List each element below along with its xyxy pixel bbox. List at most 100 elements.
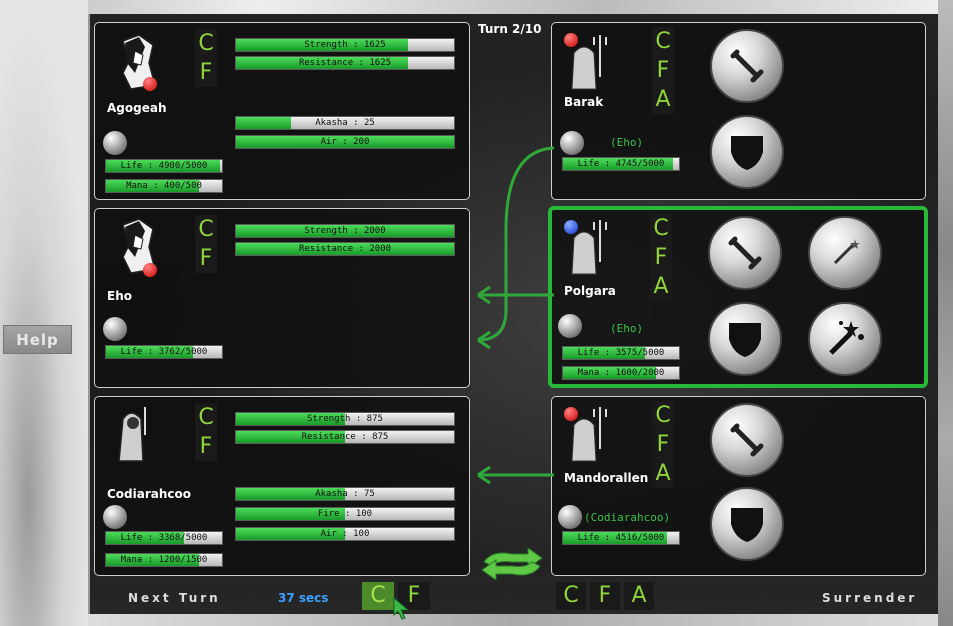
attack-sword-button[interactable] — [710, 29, 784, 103]
letter-f: F — [650, 243, 672, 272]
unit-panel-codiarahcoo[interactable]: Codiarahcoo C F Strength : 875 Resistanc… — [94, 396, 470, 576]
attack-sword-button[interactable] — [710, 403, 784, 477]
unit-name: Codiarahcoo — [107, 487, 192, 501]
enemy-panel-mandorallen[interactable]: Mandorallen C F A (Codiarahcoo) Life : 4… — [551, 396, 926, 576]
wand-orb-icon[interactable] — [103, 131, 127, 155]
background-left — [0, 0, 92, 626]
fire-bar: Fire : 100 — [235, 507, 455, 521]
sword-icon — [728, 236, 762, 270]
unit-name: Barak — [564, 95, 604, 109]
unit-panel-eho[interactable]: Eho C F Strength : 2000 Resistance : 200… — [94, 208, 470, 388]
surrender-button[interactable]: Surrender — [822, 591, 917, 605]
priest-portrait-icon — [118, 407, 146, 462]
magic-stars-button[interactable] — [808, 302, 882, 376]
target-label: (Eho) — [610, 136, 644, 149]
letter-c: C — [195, 29, 217, 58]
status-badge-red-icon — [143, 263, 157, 277]
unit-name: Eho — [107, 289, 132, 303]
life-bar: Life : 4900/5000 — [105, 159, 223, 173]
akasha-bar: Akasha : 75 — [235, 487, 455, 501]
status-badge-red-icon — [564, 407, 578, 421]
shield-icon — [729, 323, 761, 357]
mana-bar: Mana : 1600/2000 — [562, 366, 680, 380]
life-bar: Life : 4745/5000 — [562, 157, 680, 171]
mana-bar: Mana : 400/500 — [105, 179, 223, 193]
letter-f: F — [195, 432, 217, 461]
letter-c: C — [652, 27, 674, 56]
letter-a: A — [650, 272, 672, 301]
status-badge-red-icon — [143, 77, 157, 91]
unit-name: Polgara — [564, 284, 616, 298]
akasha-bar: Akasha : 25 — [235, 116, 455, 130]
letters-column: C F — [195, 215, 217, 273]
letter-f: F — [652, 56, 674, 85]
background-bottom — [88, 614, 938, 626]
sword-orb-icon[interactable] — [558, 505, 582, 529]
strength-bar: Strength : 875 — [235, 412, 455, 426]
cursor-arrow-icon — [393, 596, 410, 620]
unit-panel-agogeah[interactable]: Agogeah C F Strength : 1625 Resistance :… — [94, 22, 470, 200]
wand-orb-icon[interactable] — [558, 314, 582, 338]
unit-name: Mandorallen — [564, 471, 649, 485]
defend-shield-button[interactable] — [710, 115, 784, 189]
turn-timer: 37 secs — [278, 591, 329, 605]
sword-icon — [730, 423, 764, 457]
attack-sword-button[interactable] — [708, 216, 782, 290]
target-label: (Eho) — [610, 322, 644, 335]
enemy-panel-polgara[interactable]: Polgara C F A (Eho) Life : 3575/5000 Man… — [548, 206, 928, 388]
background-top — [88, 0, 938, 14]
status-badge-blue-icon — [564, 220, 578, 234]
resistance-bar: Resistance : 2000 — [235, 242, 455, 256]
enemy-action-letters: C F A — [556, 582, 656, 610]
help-button[interactable]: Help — [3, 325, 72, 354]
mana-bar: Mana : 1200/1500 — [105, 553, 223, 567]
letter-c: C — [650, 214, 672, 243]
letter-f: F — [195, 244, 217, 273]
unit-name: Agogeah — [107, 101, 167, 115]
enemy-letter-a[interactable]: A — [624, 582, 654, 610]
swap-arrows-icon[interactable] — [478, 548, 546, 580]
magic-wand-button[interactable] — [808, 216, 882, 290]
wand-stars-icon — [829, 321, 864, 355]
wand-orb-icon[interactable] — [103, 505, 127, 529]
strength-bar: Strength : 1625 — [235, 38, 455, 52]
life-bar: Life : 3575/5000 — [562, 346, 680, 360]
letter-c: C — [195, 403, 217, 432]
enemy-letter-f[interactable]: F — [590, 582, 620, 610]
own-letter-c[interactable]: C — [362, 582, 394, 610]
life-bar: Life : 3762/5000 — [105, 345, 223, 359]
letter-f: F — [195, 58, 217, 87]
life-bar: Life : 3368/5000 — [105, 531, 223, 545]
next-turn-button[interactable]: Next Turn — [128, 591, 221, 605]
strength-bar: Strength : 2000 — [235, 224, 455, 238]
letters-column: C F A — [652, 401, 674, 488]
turn-counter: Turn 2/10 — [478, 22, 542, 36]
letters-column: C F A — [650, 214, 672, 301]
defend-shield-button[interactable] — [710, 487, 784, 561]
target-arrows — [477, 146, 555, 485]
sword-orb-icon[interactable] — [103, 317, 127, 341]
sword-orb-icon[interactable] — [560, 131, 584, 155]
letters-column: C F — [195, 403, 217, 461]
air-bar: Air : 100 — [235, 527, 455, 541]
letter-c: C — [195, 215, 217, 244]
letter-a: A — [652, 85, 674, 114]
shield-icon — [731, 508, 763, 542]
life-bar: Life : 4516/5000 — [562, 531, 680, 545]
letter-c: C — [652, 401, 674, 430]
enemy-letter-c[interactable]: C — [556, 582, 586, 610]
shield-icon — [731, 136, 763, 170]
defend-shield-button[interactable] — [708, 302, 782, 376]
resistance-bar: Resistance : 1625 — [235, 56, 455, 70]
target-label: (Codiarahcoo) — [584, 511, 671, 524]
status-badge-red-icon — [564, 33, 578, 47]
letter-a: A — [652, 459, 674, 488]
sword-icon — [730, 49, 764, 83]
air-bar: Air : 200 — [235, 135, 455, 149]
wand-icon — [833, 239, 860, 265]
letters-column: C F A — [652, 27, 674, 114]
letters-column: C F — [195, 29, 217, 87]
resistance-bar: Resistance : 875 — [235, 430, 455, 444]
letter-f: F — [652, 430, 674, 459]
enemy-panel-barak[interactable]: Barak C F A (Eho) Life : 4745/5000 — [551, 22, 926, 200]
